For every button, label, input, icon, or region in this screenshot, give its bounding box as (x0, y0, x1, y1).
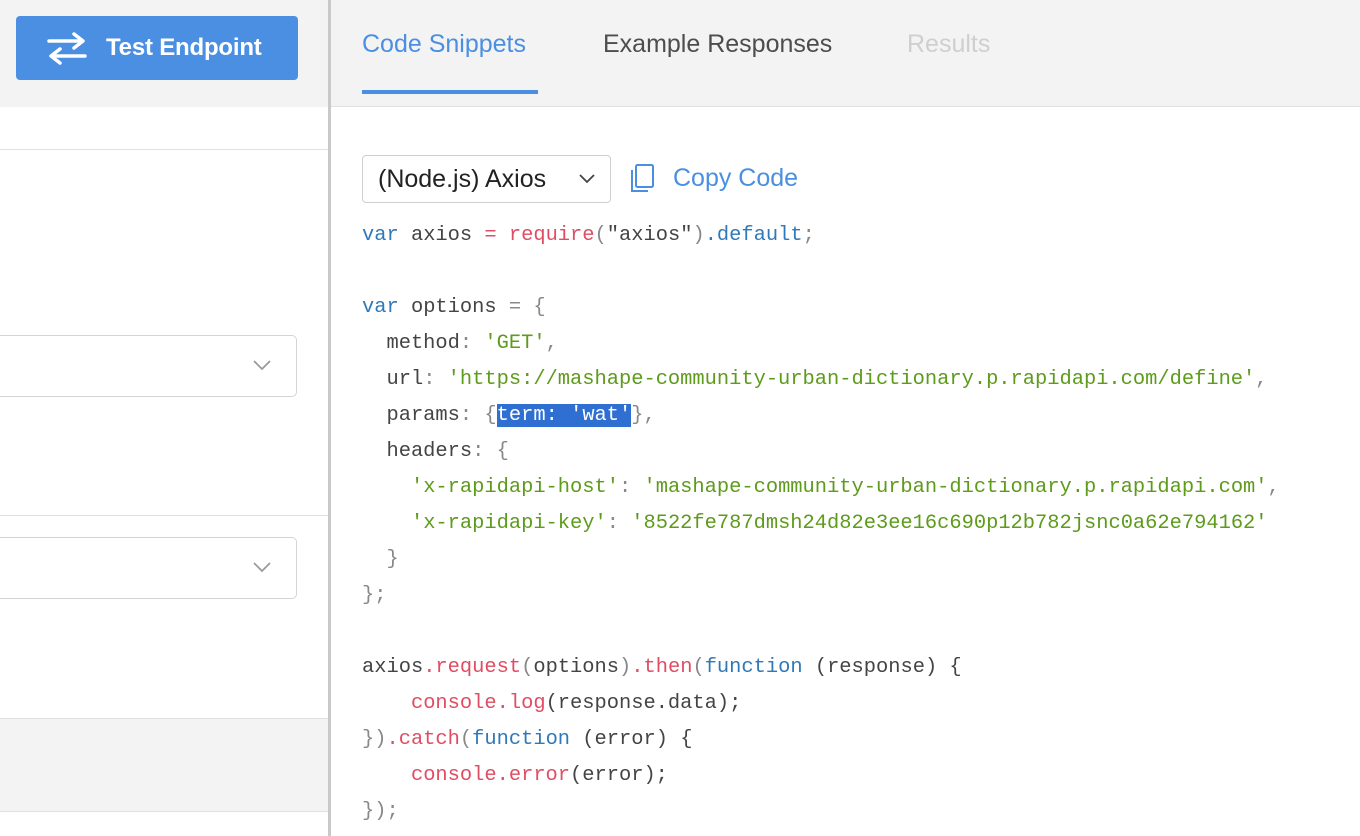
left-toolbar: Test Endpoint (0, 0, 328, 107)
code-token: "axios" (606, 224, 693, 247)
right-panel: Code Snippets Example Responses Results … (331, 0, 1360, 836)
code-token: , (1267, 476, 1280, 499)
parameter-select-1[interactable] (0, 335, 297, 397)
tab-code-snippets[interactable]: Code Snippets (362, 30, 526, 59)
code-token: 'x-rapidapi-host' (410, 476, 619, 499)
code-token: (response.data); (545, 692, 742, 715)
tab-bar: Code Snippets Example Responses Results (331, 0, 1360, 107)
code-token: }, (631, 404, 656, 427)
code-token: require (496, 224, 595, 247)
language-select[interactable]: (Node.js) Axios (362, 155, 611, 203)
code-token: , (1255, 368, 1268, 391)
copy-icon (631, 164, 654, 192)
code-token: : (423, 368, 448, 391)
code-token: method (362, 332, 460, 355)
code-token: { (484, 404, 497, 427)
copy-code-button[interactable]: Copy Code (629, 163, 798, 193)
divider-line (0, 149, 328, 150)
code-token: }) (362, 728, 387, 751)
swap-arrows-icon (46, 31, 88, 65)
code-token: .log (496, 692, 546, 715)
divider-line (0, 515, 328, 516)
code-token: ) (619, 656, 632, 679)
code-token: : (459, 332, 485, 355)
code-token: var (362, 296, 399, 319)
code-token: : (606, 512, 632, 535)
code-token: function (704, 656, 803, 679)
code-token: { (496, 440, 509, 463)
code-token: = { (508, 296, 546, 319)
code-token: ( (521, 656, 534, 679)
code-token: 'mashape-community-urban-dictionary.p.ra… (643, 476, 1268, 499)
code-token: , (545, 332, 558, 355)
code-token: ( (594, 224, 607, 247)
code-token: console (410, 692, 497, 715)
code-token: headers (362, 440, 473, 463)
copy-code-label: Copy Code (673, 163, 799, 192)
tab-example-responses[interactable]: Example Responses (603, 30, 832, 59)
code-token: : (459, 404, 485, 427)
left-footer-band (0, 718, 328, 812)
code-token: .then (631, 656, 693, 679)
code-token: : (545, 404, 571, 427)
code-token: : (618, 476, 644, 499)
code-token: : (472, 440, 497, 463)
code-token: (response) { (802, 656, 962, 679)
code-token: url (362, 368, 424, 391)
code-token: console (410, 764, 497, 787)
code-token: params (362, 404, 460, 427)
code-token: ; (802, 224, 815, 247)
code-token: .catch (386, 728, 460, 751)
code-token: '8522fe787dmsh24d82e3ee16c690p12b782jsnc… (631, 512, 1268, 535)
code-token: 'x-rapidapi-key' (410, 512, 607, 535)
code-token: 'wat' (570, 404, 632, 427)
tab-results: Results (907, 30, 991, 58)
chevron-down-icon (253, 562, 271, 573)
test-endpoint-label: Test Endpoint (106, 34, 262, 61)
test-endpoint-button[interactable]: Test Endpoint (16, 16, 298, 80)
code-token: options (398, 296, 509, 319)
parameter-select-2[interactable] (0, 537, 297, 599)
code-token: axios (398, 224, 485, 247)
language-select-value: (Node.js) Axios (378, 164, 547, 193)
code-token: .request (423, 656, 522, 679)
code-token: 'GET' (484, 332, 546, 355)
code-token: options (533, 656, 619, 679)
code-token: ( (459, 728, 473, 751)
code-token: axios (362, 656, 424, 679)
code-token: (error); (570, 764, 668, 787)
code-token: var (362, 224, 399, 247)
code-token: 'https://mashape-community-urban-diction… (447, 368, 1256, 391)
code-token: (error) { (570, 728, 693, 751)
chevron-down-icon (579, 174, 595, 184)
chevron-down-icon (253, 360, 271, 371)
code-token: .default (704, 224, 803, 247)
code-token: .error (496, 764, 571, 787)
code-token: = (484, 224, 497, 247)
left-panel: Test Endpoint (0, 0, 328, 836)
code-snippet[interactable]: var axios = require("axios").default; va… (362, 218, 1280, 830)
code-token: ) (692, 224, 705, 247)
code-token: }); (362, 800, 399, 823)
code-token: ( (692, 656, 705, 679)
code-token: function (472, 728, 571, 751)
code-token: }; (362, 584, 387, 607)
code-token: term (496, 404, 546, 427)
code-token: } (362, 548, 399, 571)
active-tab-indicator (362, 90, 538, 94)
text-selection: term: 'wat' (496, 404, 632, 427)
